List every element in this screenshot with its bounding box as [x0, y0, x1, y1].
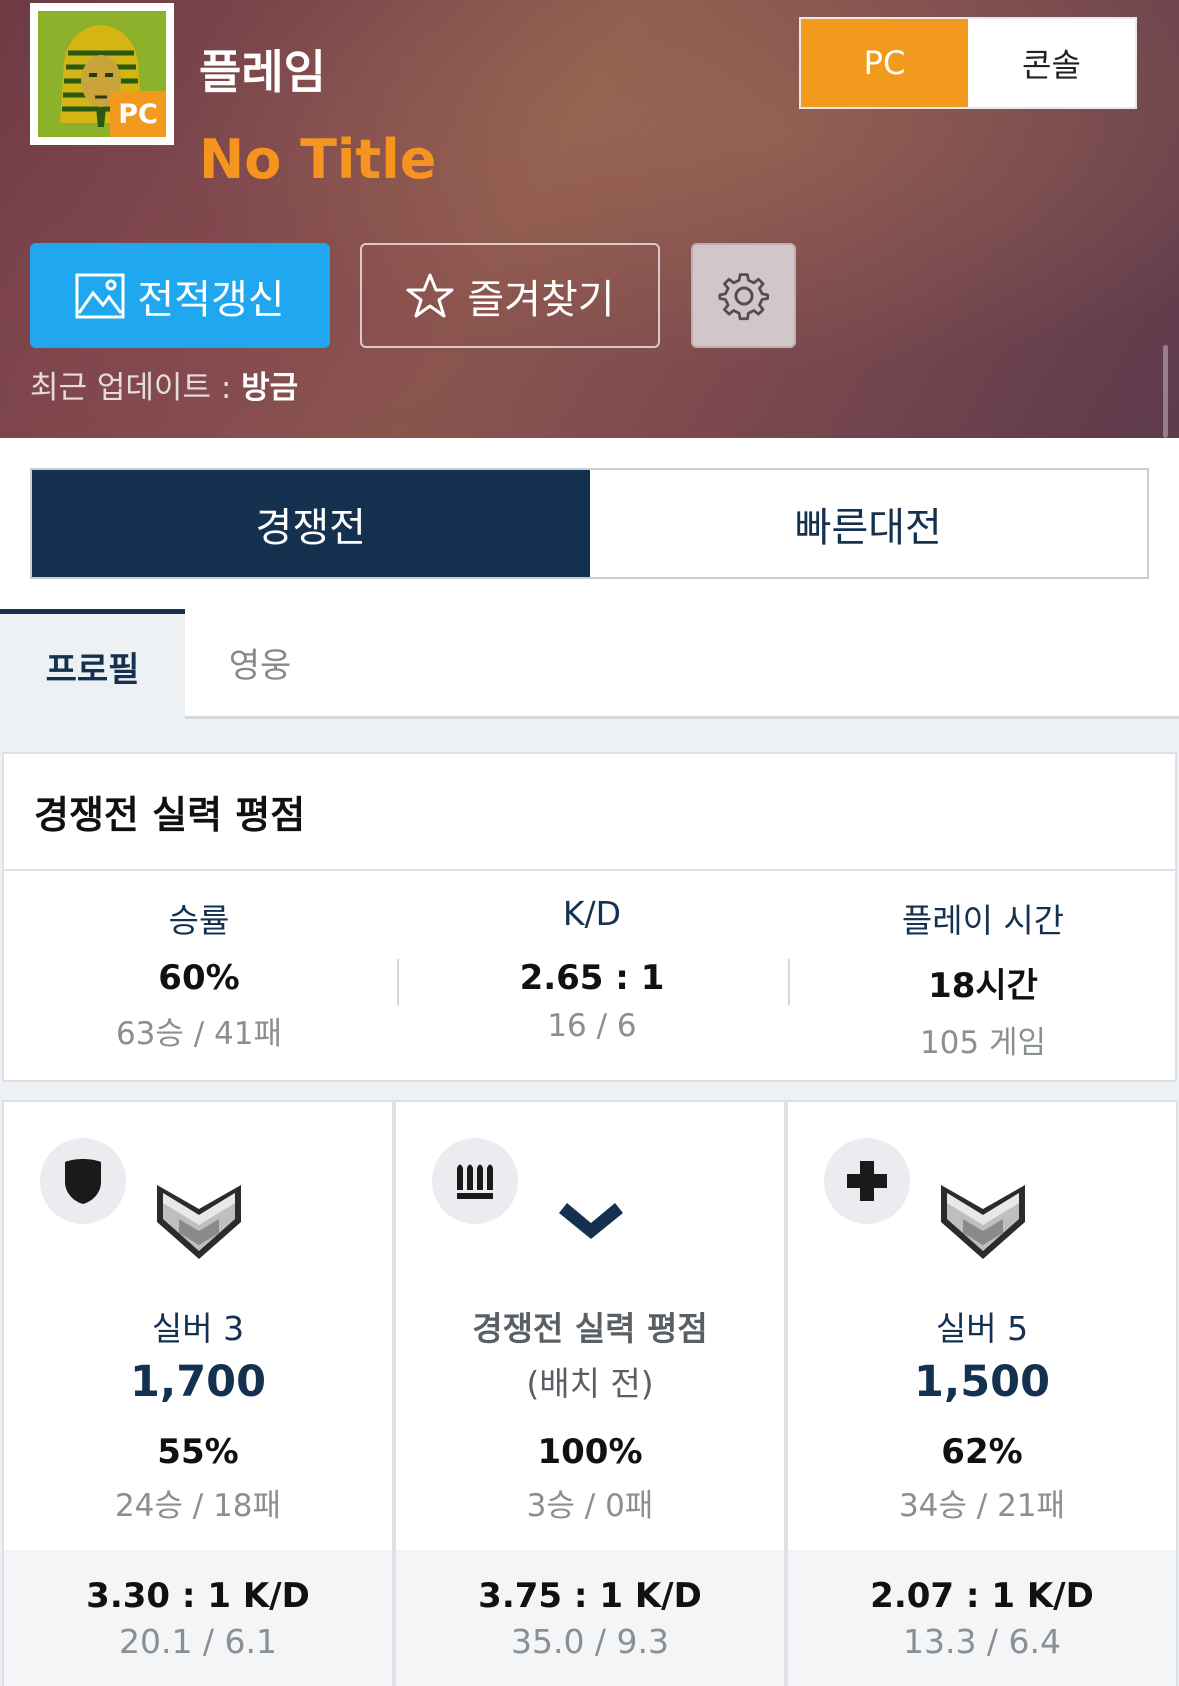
ammo-icon: [457, 1164, 493, 1199]
card-divider: [4, 869, 1175, 871]
player-title: No Title: [199, 128, 437, 191]
stat-label: 플레이 시간: [901, 901, 1065, 940]
platform-badge: PC: [110, 91, 166, 137]
tab-profile[interactable]: 프로필: [0, 609, 185, 719]
refresh-label: 전적갱신: [137, 276, 285, 323]
stat-playtime: 플레이 시간 18시간 105 게임: [788, 894, 1178, 1062]
refresh-stats-button[interactable]: 전적갱신: [30, 243, 330, 348]
profile-header: PC 플레임 No Title PC 콘솔 전적갱신 즐겨찾기 최근 업데이트 …: [0, 0, 1179, 438]
stat-value: 2.65 : 1: [519, 958, 665, 998]
avatar-image: PC: [38, 11, 166, 137]
stat-label: K/D: [562, 894, 622, 933]
role-record: 24승 / 18패: [114, 1488, 282, 1524]
role-record: 3승 / 0패: [526, 1488, 654, 1524]
role-kd-box: 2.07 : 1 K/D 13.3 / 6.4: [788, 1550, 1176, 1686]
player-avatar: PC: [30, 3, 174, 145]
last-update-value: 방금: [241, 370, 299, 406]
silver-rank-emblem-icon: [157, 1185, 241, 1259]
tab-heroes[interactable]: 영웅: [185, 609, 335, 716]
plus-icon: [847, 1161, 887, 1201]
stat-value: 60%: [158, 958, 240, 998]
favorite-button[interactable]: 즐겨찾기: [360, 243, 660, 348]
image-icon: [75, 273, 125, 318]
stat-sub: 16 / 6: [547, 1008, 637, 1044]
role-kd-detail: 20.1 / 6.1: [118, 1622, 278, 1661]
settings-button[interactable]: [691, 243, 796, 348]
stat-kd: K/D 2.65 : 1 16 / 6: [397, 894, 787, 1044]
skill-rating: 1,500: [913, 1357, 1050, 1407]
role-kd: 2.07 : 1 K/D: [870, 1576, 1094, 1616]
last-update-label: 최근 업데이트 :: [30, 370, 242, 406]
role-card-support: 실버 5 1,500 62% 34승 / 21패 2.07 : 1 K/D 13…: [786, 1100, 1178, 1686]
stat-winrate: 승률 60% 63승 / 41패: [4, 894, 394, 1053]
role-kd-box: 3.30 : 1 K/D 20.1 / 6.1: [4, 1550, 392, 1686]
rank-name: 실버 5: [935, 1309, 1029, 1348]
unranked-chevron-icon: [559, 1203, 623, 1239]
platform-console-button[interactable]: 콘솔: [968, 19, 1135, 107]
role-winrate: 55%: [157, 1432, 239, 1472]
last-update-text: 최근 업데이트 : 방금: [30, 362, 298, 407]
role-kd-detail: 35.0 / 9.3: [510, 1622, 670, 1661]
role-card-damage: 경쟁전 실력 평점 (배치 전) 100% 3승 / 0패 3.75 : 1 K…: [394, 1100, 786, 1686]
role-kd: 3.75 : 1 K/D: [478, 1576, 702, 1616]
stat-sub: 63승 / 41패: [115, 1016, 283, 1052]
tab-competitive[interactable]: 경쟁전: [32, 470, 590, 577]
role-icon-badge: [432, 1138, 518, 1224]
role-kd: 3.30 : 1 K/D: [86, 1576, 310, 1616]
role-icon-badge: [40, 1138, 126, 1224]
competitive-summary-card: 경쟁전 실력 평점 승률 60% 63승 / 41패 K/D 2.65 : 1 …: [2, 752, 1177, 1082]
role-winrate: 62%: [941, 1432, 1023, 1472]
role-kd-detail: 13.3 / 6.4: [902, 1622, 1062, 1661]
star-icon: [406, 273, 454, 317]
summary-title: 경쟁전 실력 평점: [34, 793, 306, 837]
skill-rating: 1,700: [129, 1357, 266, 1407]
stat-sub: 105 게임: [919, 1025, 1047, 1061]
platform-toggle: PC 콘솔: [799, 17, 1137, 109]
gear-icon: [717, 272, 769, 320]
scrollbar[interactable]: [1163, 345, 1168, 438]
player-name: 플레임: [199, 45, 326, 99]
tab-quick-play[interactable]: 빠른대전: [589, 470, 1147, 577]
stat-value: 18시간: [928, 966, 1038, 1006]
role-card-tank: 실버 3 1,700 55% 24승 / 18패 3.30 : 1 K/D 20…: [2, 1100, 394, 1686]
role-kd-box: 3.75 : 1 K/D 35.0 / 9.3: [396, 1550, 784, 1686]
shield-icon: [65, 1159, 101, 1204]
role-record: 34승 / 21패: [898, 1488, 1066, 1524]
placement-status: (배치 전): [526, 1364, 654, 1403]
section-tabs: 프로필 영웅: [0, 609, 1179, 719]
rank-name: 실버 3: [151, 1309, 245, 1348]
placement-title: 경쟁전 실력 평점: [472, 1309, 708, 1348]
role-icon-badge: [824, 1138, 910, 1224]
favorite-label: 즐겨찾기: [467, 276, 615, 323]
stat-label: 승률: [168, 901, 230, 940]
platform-pc-button[interactable]: PC: [801, 19, 968, 107]
silver-rank-emblem-icon: [941, 1185, 1025, 1259]
role-winrate: 100%: [537, 1432, 643, 1472]
game-mode-tabs: 경쟁전 빠른대전: [30, 468, 1149, 579]
